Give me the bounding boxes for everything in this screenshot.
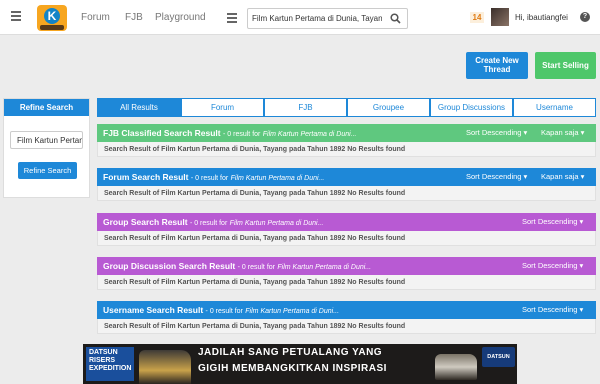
result-count: - 0 result for [205,308,243,315]
nav-fjb[interactable]: FJB [125,12,143,23]
create-thread-label-2: Thread [483,65,511,74]
section-title: Group Search Result [103,217,188,227]
caret-down-icon: ▾ [579,217,584,226]
result-query: Film Kartun Pertama di Duni... [230,175,325,182]
datsun-risers-logo: DATSUN RISERS EXPEDITION [86,347,134,381]
sort-dropdown[interactable]: Sort Descending ▾ [522,301,583,319]
tab-forum[interactable]: Forum [181,98,264,117]
sort-label: Sort Descending [522,261,578,270]
result-tabs: All Results Forum FJB Groupee Group Disc… [97,98,596,117]
result-count: - 0 result for [190,175,229,182]
result-message: Search Result of Film Kartun Pertama di … [97,186,596,201]
nav-playground[interactable]: Playground [155,12,206,23]
result-query: Film Kartun Pertama di Duni... [229,220,324,227]
caret-down-icon: ▾ [523,172,528,181]
result-message: Search Result of Film Kartun Pertama di … [97,142,596,157]
notification-badge[interactable]: 14 [470,12,484,23]
time-dropdown[interactable]: Kapan saja ▾ [541,168,584,186]
fjb-result-section: FJB Classified Search Result - 0 result … [97,124,596,157]
brand-line: RISERS [89,357,116,364]
sort-dropdown[interactable]: Sort Descending ▾ [466,168,527,186]
help-icon[interactable]: ? [580,12,590,22]
time-label: Kapan saja [541,128,579,137]
start-selling-button[interactable]: Start Selling [535,52,596,79]
section-title: Username Search Result [103,305,204,315]
time-label: Kapan saja [541,172,579,181]
section-title: FJB Classified Search Result [103,128,221,138]
caret-down-icon: ▾ [523,128,528,137]
advertisement-banner[interactable]: DATSUN RISERS EXPEDITION JADILAH SANG PE… [83,344,517,384]
tab-all-results[interactable]: All Results [97,98,181,117]
caret-down-icon: ▾ [580,172,585,181]
section-header: Group Search Result - 0 result for Film … [97,213,596,231]
sort-label: Sort Descending [522,217,578,226]
refine-search-input[interactable]: Film Kartun Pertan [10,131,83,149]
result-query: Film Kartun Pertama di Duni... [245,308,340,315]
result-message: Search Result of Film Kartun Pertama di … [97,319,596,334]
car-image [139,350,191,384]
search-input[interactable] [252,11,382,25]
result-count: - 0 result for [189,220,228,227]
result-count: - 0 result for [223,131,261,138]
tab-username[interactable]: Username [513,98,596,117]
result-message: Search Result of Film Kartun Pertama di … [97,275,596,290]
search-box [247,8,408,29]
user-greeting[interactable]: Hi, ibautiangfei [515,13,568,22]
menu-icon[interactable] [11,11,21,21]
refine-search-button[interactable]: Refine Search [18,162,77,179]
car-image [435,354,477,380]
top-navbar: K Forum FJB Playground 14 Hi, ibautiangf… [0,0,600,35]
section-header: Username Search Result - 0 result for Fi… [97,301,596,319]
section-header: FJB Classified Search Result - 0 result … [97,124,596,142]
datsun-logo: DATSUN [482,347,515,367]
time-dropdown[interactable]: Kapan saja ▾ [541,124,584,142]
create-thread-label-1: Create New [475,56,519,65]
group-result-section: Group Search Result - 0 result for Film … [97,213,596,246]
section-header: Forum Search Result - 0 result for Film … [97,168,596,186]
result-query: Film Kartun Pertama di Duni... [262,131,357,138]
tab-group-discussions[interactable]: Group Discussions [430,98,513,117]
sort-label: Sort Descending [522,305,578,314]
sort-label: Sort Descending [466,172,522,181]
brand-line: EXPEDITION [89,365,132,372]
sort-dropdown[interactable]: Sort Descending ▾ [522,213,583,231]
tab-fjb[interactable]: FJB [264,98,347,117]
banner-headline-2: GIGIH MEMBANGKITKAN INSPIRASI [198,363,387,374]
section-title: Group Discussion Search Result [103,261,236,271]
nav-forum[interactable]: Forum [81,12,110,23]
section-title: Forum Search Result [103,172,189,182]
caret-down-icon: ▾ [579,305,584,314]
group-discussion-result-section: Group Discussion Search Result - 0 resul… [97,257,596,290]
banner-headline-1: JADILAH SANG PETUALANG YANG [198,347,383,358]
sort-dropdown[interactable]: Sort Descending ▾ [466,124,527,142]
caret-down-icon: ▾ [580,128,585,137]
result-message: Search Result of Film Kartun Pertama di … [97,231,596,246]
category-menu-icon[interactable] [227,13,237,23]
refine-search-panel: Refine Search Film Kartun Pertan Refine … [3,98,90,198]
kaskus-logo[interactable]: K [37,5,67,31]
caret-down-icon: ▾ [579,261,584,270]
brand-line: DATSUN [89,349,118,356]
avatar[interactable] [491,8,509,26]
username-result-section: Username Search Result - 0 result for Fi… [97,301,596,334]
forum-result-section: Forum Search Result - 0 result for Film … [97,168,596,201]
result-count: - 0 result for [237,264,275,271]
tab-groupee[interactable]: Groupee [347,98,430,117]
result-query: Film Kartun Pertama di Duni... [277,264,372,271]
refine-search-title: Refine Search [4,99,89,116]
sort-label: Sort Descending [466,128,522,137]
search-icon[interactable] [390,13,401,24]
section-header: Group Discussion Search Result - 0 resul… [97,257,596,275]
sort-dropdown[interactable]: Sort Descending ▾ [522,257,583,275]
create-thread-button[interactable]: Create New Thread [466,52,528,79]
